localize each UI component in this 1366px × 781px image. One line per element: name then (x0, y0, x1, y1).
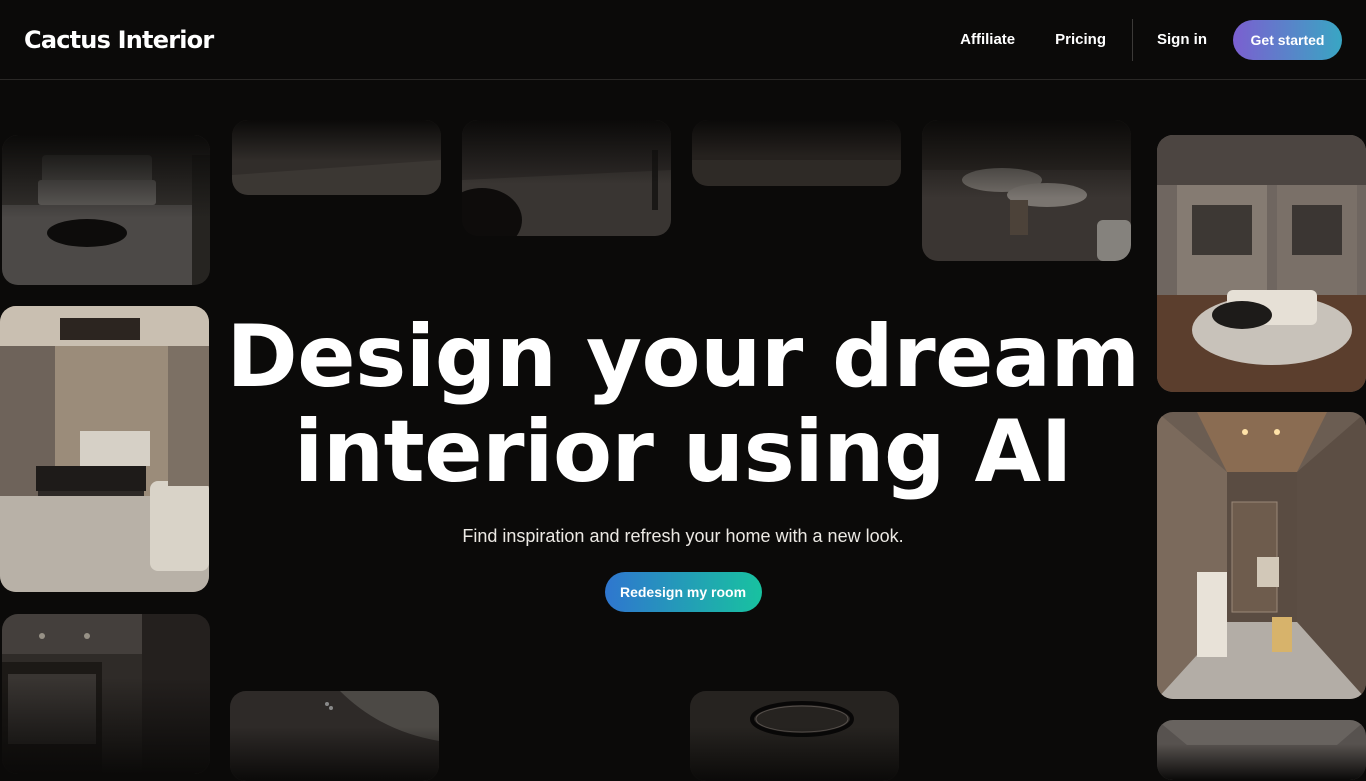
nav-pricing-link[interactable]: Pricing (1043, 31, 1118, 48)
walk-in-closet-photo (1157, 135, 1366, 392)
luxury-bedroom-photo (0, 306, 209, 592)
wardrobe-photo (2, 614, 210, 774)
hallway-photo (1157, 412, 1366, 699)
site-header: Cactus Interior Affiliate Pricing Sign i… (0, 0, 1366, 80)
hero-subtitle: Find inspiration and refresh your home w… (462, 526, 904, 546)
walk-in-closet-image (1157, 135, 1366, 392)
main-nav: Affiliate Pricing Sign in Get started (948, 18, 1342, 61)
bedroom-grey-image (2, 135, 210, 285)
sign-in-link[interactable]: Sign in (1145, 31, 1219, 48)
get-started-button[interactable]: Get started (1233, 19, 1342, 60)
dining-table-photo (922, 120, 1131, 261)
hero-title-line-2: interior using AI (293, 402, 1073, 502)
dark-floor-photo (692, 120, 901, 186)
dark-floor-image (692, 120, 901, 186)
ceiling-room-image (1157, 720, 1366, 780)
nav-divider (1132, 18, 1133, 61)
hallway-image (1157, 412, 1366, 699)
armchair-floor-photo (462, 120, 671, 236)
hero-title: Design your dream interior using AI (220, 310, 1146, 500)
hero-title-line-1: Design your dream (226, 307, 1140, 407)
ceiling-room-photo (1157, 720, 1366, 780)
redesign-my-room-button[interactable]: Redesign my room (604, 572, 762, 612)
floor-image (232, 120, 441, 195)
luxury-bedroom-image (0, 306, 209, 592)
logo[interactable]: Cactus Interior (24, 26, 214, 54)
floor-photo (232, 120, 441, 195)
nav-affiliate-link[interactable]: Affiliate (948, 31, 1027, 48)
wardrobe-image (2, 614, 210, 774)
hero-section: Design your dream interior using AI Find… (220, 310, 1146, 612)
bedroom-grey-photo (2, 135, 210, 285)
dining-table-image (922, 120, 1131, 261)
armchair-floor-image (462, 120, 671, 236)
